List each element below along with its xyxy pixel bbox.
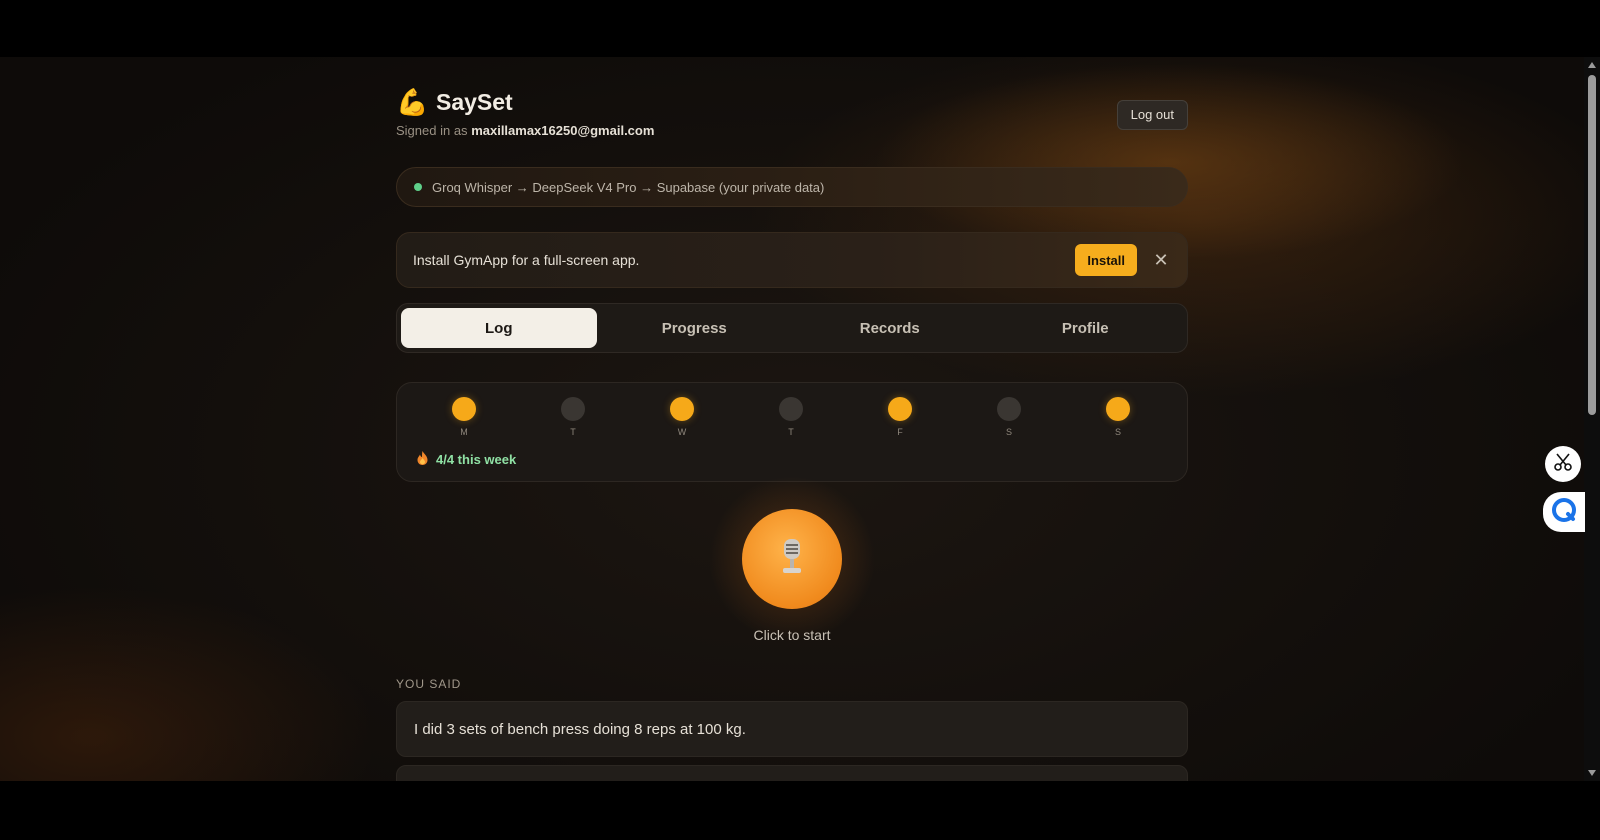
user-email: maxillamax16250@gmail.com [471,123,655,138]
brand: 💪 SaySet [396,87,1188,117]
day-item: T [771,397,811,437]
tab-records[interactable]: Records [792,308,988,348]
install-banner: Install GymApp for a full-screen app. In… [396,232,1188,288]
day-dot [452,397,476,421]
pipeline-text: Groq Whisper → DeepSeek V4 Pro → Supabas… [432,179,825,195]
scroll-thumb[interactable] [1588,75,1596,415]
day-label: F [897,427,903,437]
install-button[interactable]: Install [1075,244,1137,276]
result-card [396,765,1188,781]
transcript-label: YOU SAID [396,677,462,691]
tab-progress[interactable]: Progress [597,308,793,348]
app-viewport: 💪 SaySet Signed in as maxillamax16250@gm… [0,57,1600,781]
status-dot-icon [414,183,422,191]
day-dot [561,397,585,421]
day-item: T [553,397,593,437]
pipeline-status-bar: Groq Whisper → DeepSeek V4 Pro → Supabas… [396,167,1188,207]
record-caption: Click to start [753,627,831,643]
record-button[interactable] [742,509,842,609]
day-label: S [1005,427,1012,437]
microphone-icon [775,537,809,582]
install-banner-text: Install GymApp for a full-screen app. [413,252,640,268]
assistant-icon [1551,497,1577,528]
flexed-biceps-icon: 💪 [396,87,429,117]
scissors-tool-button[interactable] [1545,446,1581,482]
transcript-box: I did 3 sets of bench press doing 8 reps… [396,701,1188,757]
tab-log[interactable]: Log [401,308,597,348]
scroll-down-arrow-icon[interactable] [1588,770,1596,776]
day-label: T [570,427,576,437]
close-icon[interactable]: ✕ [1151,250,1171,270]
streak-summary: 4/4 this week [417,451,516,468]
day-dot [779,397,803,421]
tab-profile[interactable]: Profile [988,308,1184,348]
record-control [702,469,882,649]
day-item: W [662,397,702,437]
scissors-icon [1553,452,1573,477]
day-label: T [788,427,794,437]
logout-button[interactable]: Log out [1116,100,1188,130]
day-dot [888,397,912,421]
streak-text: 4/4 this week [436,452,517,467]
day-item: S [989,397,1029,437]
day-label: S [1114,427,1121,437]
flame-icon [417,451,428,468]
vertical-scrollbar[interactable] [1584,57,1600,781]
day-label: W [677,427,687,437]
tab-bar: Log Progress Records Profile [396,303,1188,353]
assistant-tool-button[interactable] [1543,492,1585,532]
day-item: S [1098,397,1138,437]
day-item: F [880,397,920,437]
signed-in-prefix: Signed in as [396,123,468,138]
app-header: 💪 SaySet Signed in as maxillamax16250@gm… [396,87,1188,147]
app-title: SaySet [436,89,513,115]
day-label: M [460,427,468,437]
weekly-tracker: M T W T F S S 4/4 this week [396,382,1188,482]
day-dot [670,397,694,421]
transcript-text: I did 3 sets of bench press doing 8 reps… [414,720,746,738]
day-item: M [444,397,484,437]
day-dot [1106,397,1130,421]
day-dot [997,397,1021,421]
scroll-up-arrow-icon[interactable] [1588,62,1596,68]
signed-in-text: Signed in as maxillamax16250@gmail.com [396,123,1188,138]
